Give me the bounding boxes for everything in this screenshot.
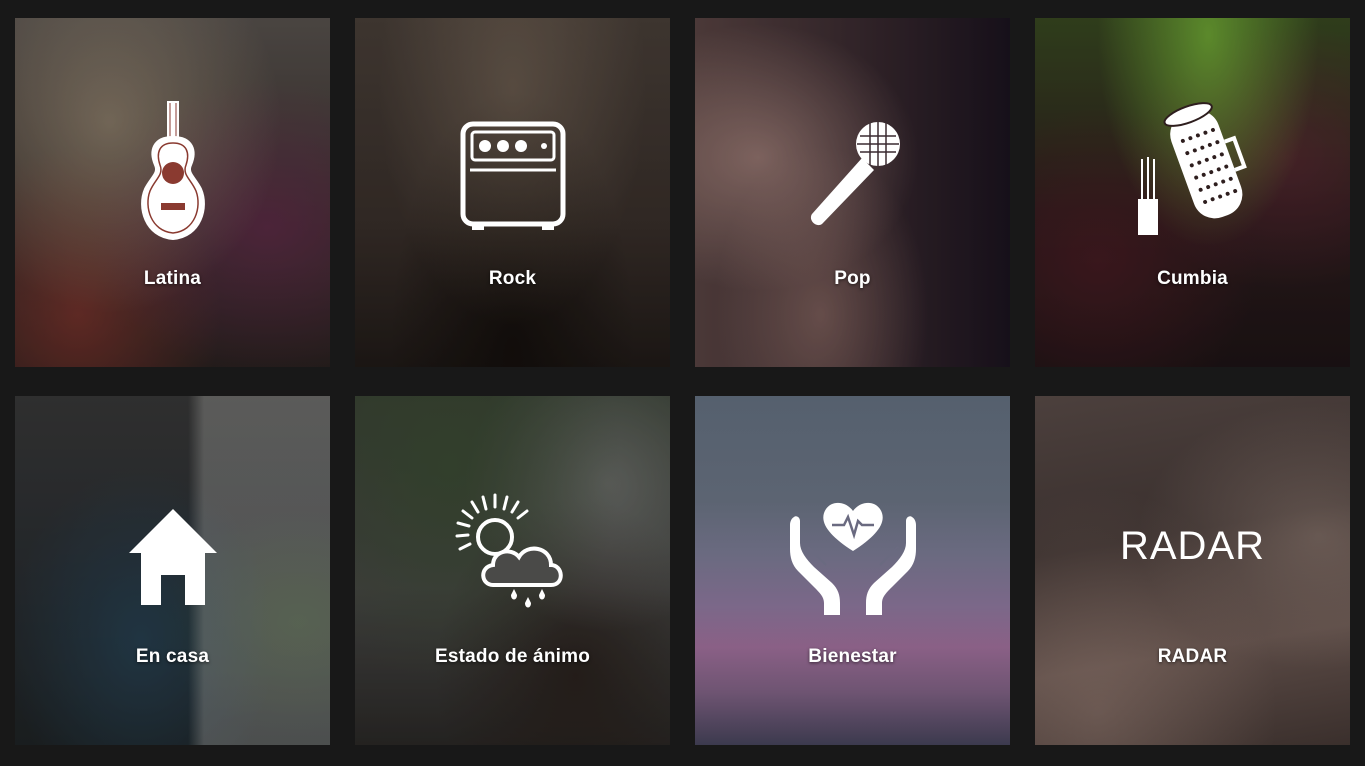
- genre-tile-pop[interactable]: Pop: [695, 18, 1010, 367]
- genre-tile-estado-de-animo[interactable]: Estado de ánimo: [355, 396, 670, 745]
- tile-label: Estado de ánimo: [434, 646, 591, 667]
- genre-tile-latina[interactable]: Latina: [15, 18, 330, 367]
- sun-cloud-rain-icon: [443, 476, 583, 636]
- tile-label: Latina: [143, 268, 202, 289]
- tile-label: En casa: [135, 646, 210, 667]
- radar-wordmark: RADAR: [1119, 524, 1266, 568]
- house-icon: [103, 476, 243, 636]
- hands-heart-icon: [783, 476, 923, 636]
- genre-tile-cumbia[interactable]: Cumbia: [1035, 18, 1350, 367]
- tile-label: Bienestar: [808, 646, 897, 667]
- amplifier-icon: [443, 94, 583, 254]
- tile-label: RADAR: [1157, 646, 1228, 667]
- guiro-icon: [1123, 94, 1263, 254]
- guitar-icon: [103, 94, 243, 254]
- tile-background: [1035, 396, 1350, 745]
- tile-label: Pop: [834, 268, 871, 289]
- genre-tile-bienestar[interactable]: Bienestar: [695, 396, 1010, 745]
- genre-tile-rock[interactable]: Rock: [355, 18, 670, 367]
- genre-tile-en-casa[interactable]: En casa: [15, 396, 330, 745]
- genre-tile-radar[interactable]: RADAR RADAR: [1035, 396, 1350, 745]
- microphone-icon: [783, 94, 923, 254]
- tile-label: Cumbia: [1157, 268, 1228, 289]
- tile-label: Rock: [488, 268, 537, 289]
- genre-grid: Latina Rock Pop Cumbia En casa Estado de…: [0, 0, 1365, 766]
